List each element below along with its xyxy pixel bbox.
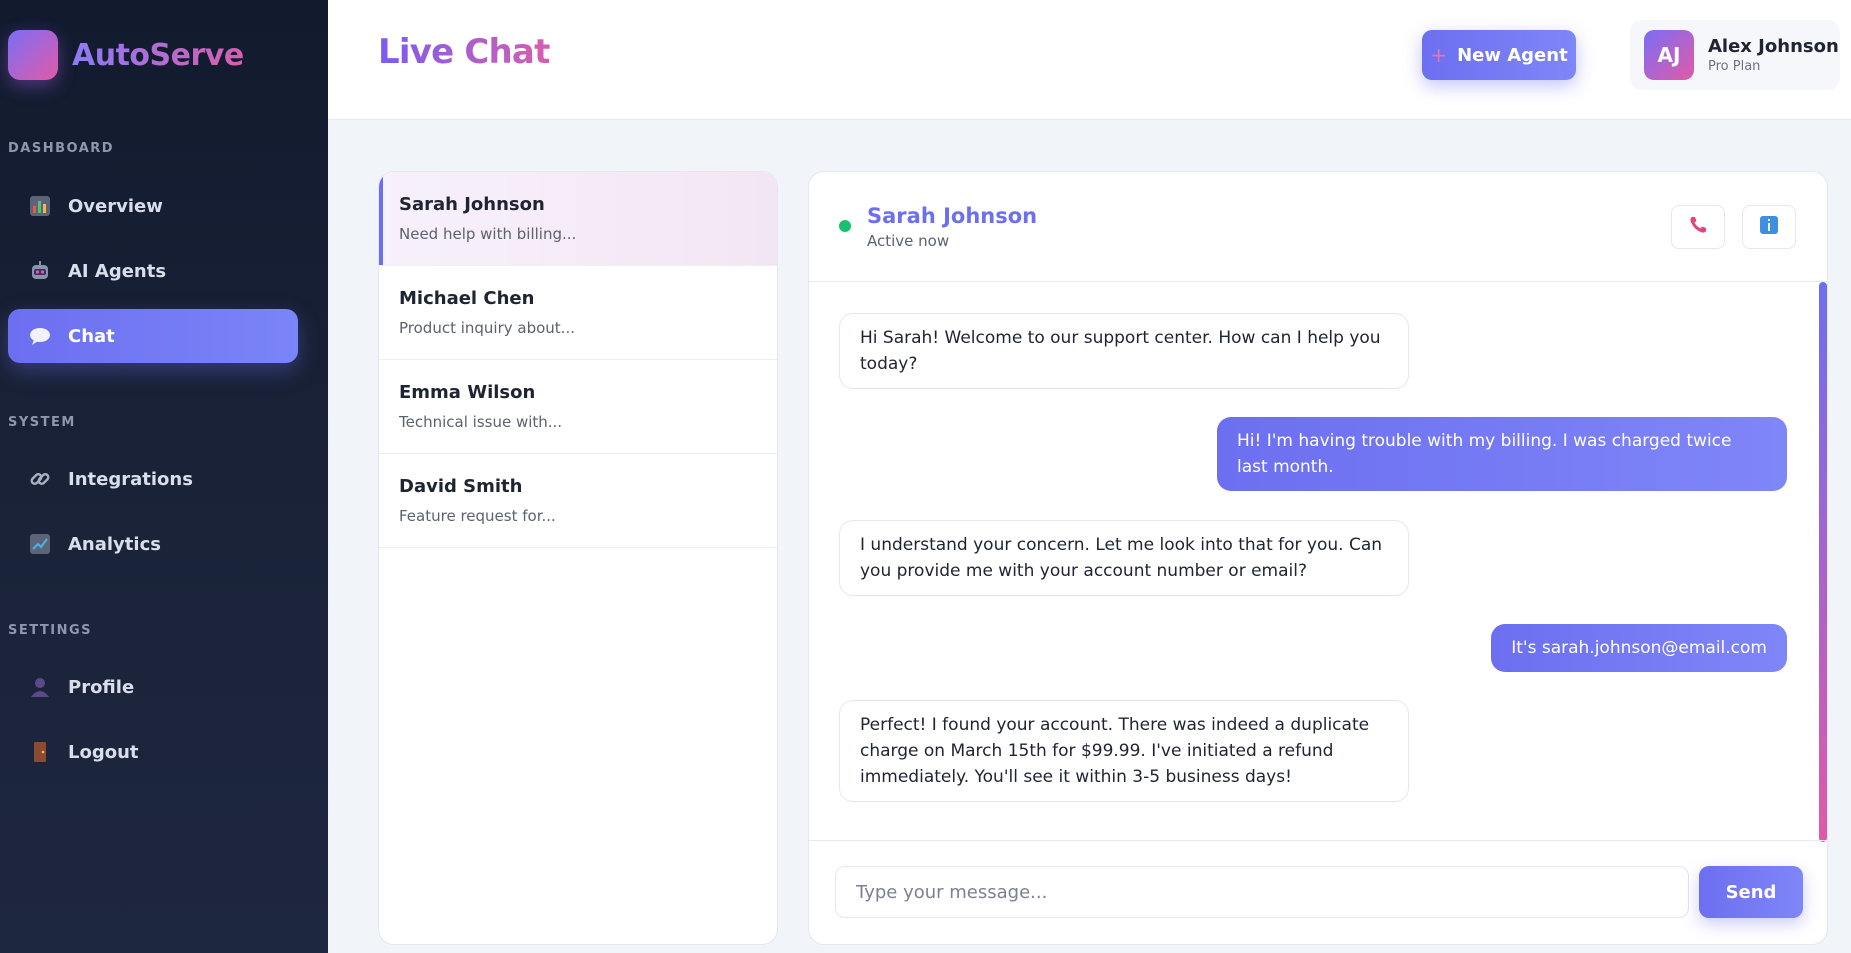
user-plan: Pro Plan [1708, 59, 1761, 74]
sidebar-item-label: Overview [68, 195, 163, 217]
chat-contact-status: Active now [867, 232, 950, 250]
sidebar-item-ai-agents[interactable]: AI Agents [8, 244, 298, 298]
message-composer: Send [809, 840, 1827, 944]
agent-message: I understand your concern. Let me look i… [839, 520, 1409, 596]
sidebar-item-analytics[interactable]: Analytics [8, 517, 298, 571]
sidebar-item-integrations[interactable]: Integrations [8, 452, 298, 506]
sidebar-item-label: Profile [68, 676, 135, 698]
bar-chart-icon [28, 194, 52, 218]
brand[interactable]: AutoServe [8, 30, 244, 80]
section-label-dashboard: DASHBOARD [8, 141, 115, 156]
info-button[interactable] [1742, 205, 1796, 249]
message-input[interactable] [835, 866, 1689, 918]
call-button[interactable] [1671, 205, 1725, 249]
conversation-list: Sarah Johnson Need help with billing... … [378, 171, 778, 945]
sidebar-item-chat[interactable]: Chat [8, 309, 298, 363]
message-scrollbar[interactable] [1819, 282, 1827, 842]
user-message: It's sarah.johnson@email.com [1491, 624, 1787, 672]
user-profile-card[interactable]: AJ Alex Johnson Pro Plan [1630, 20, 1840, 90]
info-icon [1759, 215, 1779, 239]
page-title: Live Chat [378, 32, 550, 72]
sidebar-item-overview[interactable]: Overview [8, 179, 298, 233]
robot-icon [28, 259, 52, 283]
new-agent-button[interactable]: + New Agent [1422, 30, 1576, 80]
section-label-system: SYSTEM [8, 415, 76, 430]
agent-message: Perfect! I found your account. There was… [839, 700, 1409, 802]
chat-panel: Sarah Johnson Active now Hi Sarah! Welco… [808, 171, 1828, 945]
conversation-name: Michael Chen [399, 288, 535, 309]
conversation-name: Emma Wilson [399, 382, 536, 403]
conversation-item-david-smith[interactable]: David Smith Feature request for... [379, 454, 777, 548]
line-chart-icon [28, 532, 52, 556]
conversation-item-sarah-johnson[interactable]: Sarah Johnson Need help with billing... [379, 172, 777, 266]
conversation-name: Sarah Johnson [399, 194, 545, 215]
user-message: Hi! I'm having trouble with my billing. … [1217, 417, 1787, 491]
top-header: Live Chat + New Agent AJ Alex Johnson Pr… [328, 0, 1851, 120]
speech-bubble-icon [28, 324, 52, 348]
conversation-preview: Technical issue with... [399, 413, 563, 431]
phone-icon [1688, 215, 1708, 239]
user-name: Alex Johnson [1708, 36, 1839, 57]
message-thread: Hi Sarah! Welcome to our support center.… [809, 282, 1827, 842]
send-button[interactable]: Send [1699, 866, 1803, 918]
sidebar-item-label: AI Agents [68, 260, 167, 282]
new-agent-label: New Agent [1457, 44, 1568, 66]
sidebar-item-label: Chat [68, 325, 115, 347]
sidebar-item-logout[interactable]: Logout [8, 725, 298, 779]
plus-icon: + [1430, 43, 1448, 67]
avatar: AJ [1644, 30, 1694, 80]
user-icon [28, 675, 52, 699]
sidebar-item-label: Integrations [68, 468, 193, 490]
agent-message: Hi Sarah! Welcome to our support center.… [839, 313, 1409, 389]
conversation-name: David Smith [399, 476, 523, 497]
door-icon [28, 740, 52, 764]
sidebar-item-label: Logout [68, 741, 139, 763]
conversation-preview: Need help with billing... [399, 225, 577, 243]
sidebar-item-profile[interactable]: Profile [8, 660, 298, 714]
brand-name: AutoServe [72, 37, 244, 73]
chat-contact-name: Sarah Johnson [867, 204, 1038, 228]
conversation-preview: Feature request for... [399, 507, 556, 525]
sidebar-item-label: Analytics [68, 533, 161, 555]
conversation-preview: Product inquiry about... [399, 319, 575, 337]
brand-logo-icon [8, 30, 58, 80]
link-icon [28, 467, 52, 491]
conversation-item-michael-chen[interactable]: Michael Chen Product inquiry about... [379, 266, 777, 360]
section-label-settings: SETTINGS [8, 623, 93, 638]
conversation-item-emma-wilson[interactable]: Emma Wilson Technical issue with... [379, 360, 777, 454]
sidebar: AutoServe DASHBOARD Overview AI Agents C… [0, 0, 328, 953]
online-status-dot [839, 220, 851, 232]
chat-header: Sarah Johnson Active now [809, 172, 1827, 282]
